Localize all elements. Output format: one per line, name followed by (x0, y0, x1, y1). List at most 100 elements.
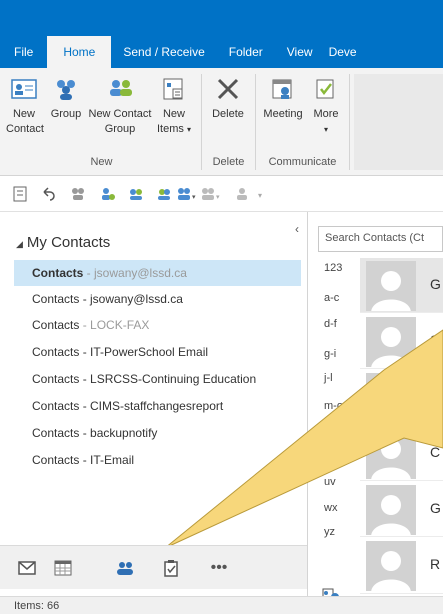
chevron-down-icon: ▾ (186, 125, 191, 134)
new-contact-group-button[interactable]: New Contact Group (88, 74, 152, 137)
folder-item-name: Contacts - IT-Email (32, 453, 135, 467)
contact-name: G (430, 500, 441, 516)
people-settings-icon[interactable] (98, 184, 118, 204)
more-label: More (313, 108, 339, 120)
folder-item[interactable]: Contacts - backupnotify (14, 420, 301, 446)
index-letter[interactable]: a-c (318, 292, 358, 304)
collapse-pane-icon[interactable]: ‹ (295, 222, 299, 236)
group-dropdown-icon[interactable]: ▾ (176, 184, 196, 204)
avatar (366, 485, 416, 535)
new-items-icon (159, 74, 189, 104)
people-icon[interactable] (68, 184, 88, 204)
avatar (366, 541, 416, 591)
contact-name: R (430, 556, 441, 572)
contact-group-icon (105, 74, 135, 104)
search-contacts-input[interactable]: Search Contacts (Ct (318, 226, 443, 252)
avatar (366, 373, 416, 423)
tab-send-receive[interactable]: Send / Receive (111, 36, 216, 68)
tasks-icon[interactable] (160, 558, 182, 578)
undo-icon[interactable] (38, 184, 58, 204)
contact-card[interactable]: J (360, 370, 443, 425)
contact-card[interactable]: R (360, 538, 443, 594)
index-letter[interactable]: uv (318, 476, 358, 488)
meeting-calendar-icon (268, 74, 298, 104)
qat-customize-icon[interactable]: ▾ (252, 184, 272, 204)
new-items-label-2: Items ▾ (152, 122, 196, 137)
new-items-button[interactable]: New Items ▾ (152, 74, 196, 137)
folder-item-suffix: - LOCK-FAX (79, 318, 150, 332)
more-options-icon[interactable]: ••• (208, 558, 230, 578)
avatar (366, 317, 416, 367)
calendar-icon[interactable] (52, 558, 74, 578)
folder-item-name: Contacts - LSRCSS-Continuing Education (32, 372, 257, 386)
delete-button[interactable]: Delete (206, 74, 250, 122)
contact-name: C (430, 444, 441, 460)
folder-item-suffix: - jsowany@lssd.ca (83, 266, 187, 280)
contact-name: G (430, 276, 441, 292)
ribbon-tabs: File Home Send / Receive Folder View Dev… (0, 36, 443, 68)
share-contacts-icon[interactable] (154, 184, 174, 204)
quick-access-toolbar: ▾ ▾ ▾ (0, 176, 443, 212)
contact-card[interactable]: C (360, 426, 443, 481)
group-label-delete: Delete (212, 156, 245, 168)
new-contact-group-label-1: New Contact (88, 108, 152, 120)
folder-item-name: Contacts (32, 318, 80, 332)
new-contact-label-1: New (12, 108, 35, 120)
tab-view[interactable]: View (275, 36, 325, 68)
meeting-button[interactable]: Meeting (260, 74, 306, 122)
mail-icon[interactable] (16, 558, 38, 578)
new-contact-group-label-2: Group (104, 123, 136, 135)
status-bar: Items: 66 (0, 596, 443, 614)
index-letter[interactable]: st (318, 452, 358, 464)
navigation-bar: ••• (0, 545, 307, 589)
folder-item[interactable]: Contacts - jsowany@lssd.ca (14, 260, 301, 286)
group-separator (349, 74, 350, 170)
new-contact-button[interactable]: New Contact (6, 74, 44, 137)
folder-item-name: Contacts - jsowany@lssd.ca (32, 292, 183, 306)
ribbon-overflow (354, 74, 443, 170)
delete-icon (213, 74, 243, 104)
new-group-button[interactable]: Group (44, 74, 88, 122)
tab-home[interactable]: Home (47, 36, 112, 68)
folder-item[interactable]: Contacts - IT-PowerSchool Email (14, 339, 301, 365)
people-icon[interactable] (114, 558, 136, 578)
avatar (366, 429, 416, 479)
new-contact-label-2: Contact (6, 123, 44, 135)
more-tasks-icon (311, 74, 341, 104)
index-letter[interactable]: p- (318, 426, 358, 438)
index-letter[interactable]: 123 (318, 262, 358, 274)
folder-item-name: Contacts (32, 266, 84, 280)
delete-label: Delete (212, 108, 244, 120)
contact-card[interactable]: G (360, 258, 443, 313)
folder-item[interactable]: Contacts - CIMS-staffchangesreport (14, 393, 301, 419)
people-dropdown-icon[interactable]: ▾ (200, 184, 220, 204)
tab-developer[interactable]: Deve (325, 36, 361, 68)
index-letter[interactable]: g-i (318, 348, 358, 360)
folder-item-name: Contacts - backupnotify (32, 426, 158, 440)
index-letter[interactable]: m-o (318, 400, 358, 412)
contact-group-icon[interactable] (126, 184, 146, 204)
title-bar (0, 0, 443, 36)
new-items-label-2-text: Items (157, 123, 184, 135)
tab-file[interactable]: File (0, 36, 47, 68)
items-count: Items: 66 (14, 600, 60, 612)
svg-text:▾: ▾ (258, 191, 262, 200)
index-letter[interactable]: j-l (318, 372, 358, 384)
pane-divider (307, 212, 308, 602)
address-book-icon[interactable] (10, 184, 30, 204)
folder-item[interactable]: Contacts - LOCK-FAX (14, 312, 301, 338)
group-label-communicate: Communicate (268, 156, 337, 168)
tab-folder[interactable]: Folder (217, 36, 275, 68)
group-label-new: New (90, 156, 113, 168)
index-letter[interactable]: d-f (318, 318, 358, 330)
folder-item[interactable]: Contacts - IT-Email (14, 447, 301, 473)
folder-item[interactable]: Contacts - jsowany@lssd.ca (14, 286, 301, 312)
index-letter[interactable]: yz (318, 526, 358, 538)
my-contacts-header[interactable]: ◢ My Contacts (16, 234, 110, 251)
person-icon[interactable] (232, 184, 252, 204)
folder-item[interactable]: Contacts - LSRCSS-Continuing Education (14, 366, 301, 392)
contact-card[interactable]: S (360, 314, 443, 369)
more-button[interactable]: More ▾ (308, 74, 344, 137)
index-letter[interactable]: wx (318, 502, 358, 514)
contact-card[interactable]: G (360, 482, 443, 537)
